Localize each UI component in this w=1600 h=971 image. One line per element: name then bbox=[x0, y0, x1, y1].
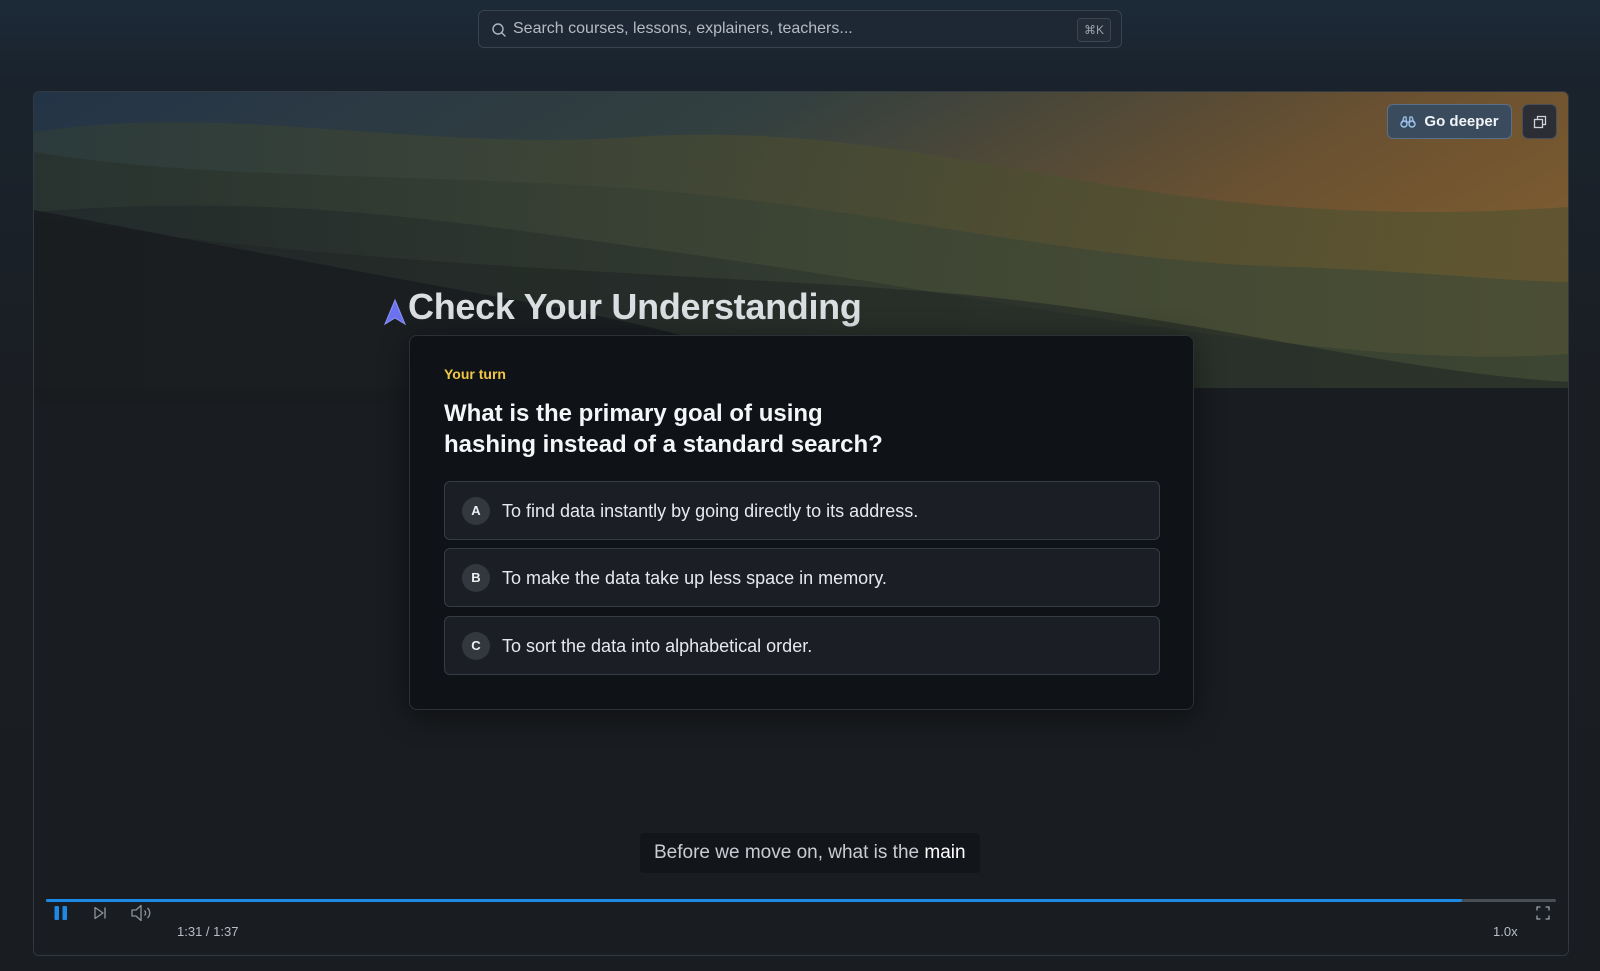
progress-fill bbox=[46, 899, 1463, 902]
pip-button[interactable] bbox=[1522, 104, 1557, 139]
quiz-option-c[interactable]: C To sort the data into alphabetical ord… bbox=[444, 616, 1160, 675]
pause-icon[interactable] bbox=[53, 905, 69, 921]
section-heading: Check Your Understanding bbox=[408, 286, 862, 327]
playback-speed-button[interactable]: 1.0x bbox=[1493, 924, 1518, 939]
quiz-option-b[interactable]: B To make the data take up less space in… bbox=[444, 548, 1160, 607]
go-deeper-button[interactable]: Go deeper bbox=[1387, 104, 1512, 139]
option-letter-badge: C bbox=[462, 632, 490, 660]
caption-text: Before we move on, what is the bbox=[654, 842, 925, 863]
search-icon bbox=[492, 23, 506, 37]
binoculars-icon bbox=[1400, 115, 1417, 128]
progress-bar[interactable] bbox=[46, 899, 1556, 902]
copy-window-icon bbox=[1533, 115, 1546, 128]
search-shortcut-badge: ⌘K bbox=[1076, 18, 1111, 42]
option-text: To make the data take up less space in m… bbox=[502, 568, 887, 588]
caption-highlight-word: main bbox=[924, 842, 966, 863]
skip-next-icon[interactable] bbox=[93, 906, 107, 920]
search-input[interactable] bbox=[513, 11, 1053, 47]
volume-icon[interactable] bbox=[130, 903, 154, 923]
quiz-question: What is the primary goal of using hashin… bbox=[444, 400, 883, 458]
subtitle-caption: Before we move on, what is the main bbox=[640, 833, 980, 873]
option-letter-badge: A bbox=[462, 497, 490, 525]
quiz-card: Your turn What is the primary goal of us… bbox=[409, 335, 1194, 710]
option-text: To find data instantly by going directly… bbox=[502, 501, 919, 521]
go-deeper-label: Go deeper bbox=[1424, 113, 1499, 130]
option-letter-badge: B bbox=[462, 564, 490, 592]
video-player: Go deeper Check Your Understanding Your … bbox=[33, 91, 1569, 956]
cursor-arrow-icon bbox=[383, 298, 407, 326]
playback-time: 1:31 / 1:37 bbox=[177, 924, 239, 939]
search-bar[interactable]: ⌘K bbox=[478, 10, 1122, 48]
quiz-option-a[interactable]: A To find data instantly by going direct… bbox=[444, 481, 1160, 540]
quiz-eyebrow: Your turn bbox=[444, 366, 506, 382]
option-text: To sort the data into alphabetical order… bbox=[502, 636, 813, 656]
fullscreen-icon[interactable] bbox=[1536, 906, 1550, 920]
